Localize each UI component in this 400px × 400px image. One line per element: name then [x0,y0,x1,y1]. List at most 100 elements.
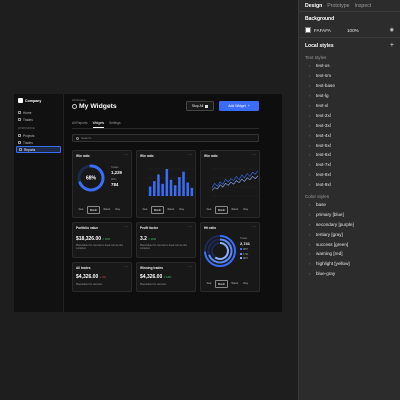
delta-up: ↗ 16% [147,238,157,241]
style-item[interactable]: › text-2xl [299,110,400,120]
sidebar-item-projects[interactable]: Projects [14,132,63,139]
page-title: My Widgets [72,103,117,110]
win-ratio-line-card: Win ratio ··· Year Month Week Day [200,150,260,218]
style-label: text-6xl [316,152,331,158]
style-item[interactable]: › text-4xl [299,130,400,140]
sidebar-item-trades-2[interactable]: Trades [14,139,63,146]
win-ratio-card: Win ratio ··· 68% Trades 1,229 Wins 784 … [72,150,132,218]
style-item[interactable]: › base [299,200,400,210]
projects-icon [18,134,21,137]
period-week[interactable]: Week [165,206,176,214]
style-item[interactable]: › text-xs [299,61,400,71]
style-item[interactable]: › highlight [yellow] [299,259,400,269]
winning-trades-value: $4,326.00↗ 16% [140,274,172,280]
period-day[interactable]: Day [241,280,250,288]
add-style-icon[interactable]: + [390,42,394,49]
bg-opacity[interactable]: 100% [347,28,387,33]
tab-widgets[interactable]: Widgets [92,121,105,128]
background-fill-row[interactable]: FAFAFA 100% ◉ [305,27,394,33]
style-item[interactable]: › text-xl [299,101,400,111]
style-label: text-base [316,83,335,89]
chevron-right-icon: › [309,271,311,277]
tab-prototype[interactable]: Prototype [327,3,349,9]
style-label: secondary [purple] [316,221,354,227]
period-week[interactable]: Week [101,206,112,214]
style-item[interactable]: › text-base [299,81,400,91]
period-month[interactable]: Month [86,206,101,214]
bg-hex[interactable]: FAFAFA [314,28,344,33]
chevron-right-icon: › [309,132,311,138]
tab-design[interactable]: Design [305,3,322,9]
style-item[interactable]: › text-lg [299,91,400,101]
style-item[interactable]: › primary [blue] [299,209,400,219]
period-month[interactable]: Month [214,206,229,214]
tab-settings[interactable]: Settings [109,121,121,128]
search-input[interactable]: Search... [72,134,259,142]
tab-inspect[interactable]: Inspect [355,3,372,9]
card-note: Placeholder for card text. [140,283,167,286]
style-item[interactable]: › text-8xl [299,170,400,180]
chevron-right-icon: › [309,83,311,89]
style-item[interactable]: › success [green] [299,239,400,249]
period-day[interactable]: Day [177,206,186,214]
trades-value: 2,741 [240,241,251,246]
tab-divider [72,128,259,129]
more-icon[interactable]: ··· [124,264,128,269]
bar [153,181,156,196]
color-swatch[interactable] [305,27,311,33]
profit-card: Profit factor ··· 3.2↗ 16% Placeholder f… [136,222,196,258]
bar [182,171,185,196]
style-item[interactable]: › text-6xl [299,150,400,160]
sidebar-item-trades[interactable]: Trades [14,116,63,123]
period-month[interactable]: Month [150,206,165,214]
style-item[interactable]: › secondary [purple] [299,219,400,229]
style-item[interactable]: › text-7xl [299,160,400,170]
style-label: text-2xl [316,112,331,118]
more-icon[interactable]: ··· [252,152,256,157]
company-logo[interactable]: Company [14,94,63,109]
period-selector: Year Month Week Day [140,206,186,214]
more-icon[interactable]: ··· [188,224,192,229]
add-widget-button[interactable]: Add Widget + [219,101,259,111]
wins-value: 784 [111,182,119,187]
period-month[interactable]: Month [214,280,229,288]
chevron-right-icon: › [309,112,311,118]
style-label: success [green] [316,241,349,247]
period-week[interactable]: Week [229,206,240,214]
period-day[interactable]: Day [241,206,250,214]
period-week[interactable]: Week [229,280,240,288]
more-icon[interactable]: ··· [124,152,128,157]
more-icon[interactable]: ··· [124,224,128,229]
period-year[interactable]: Year [204,280,214,288]
chevron-right-icon: › [309,63,311,69]
breadcrumb[interactable]: Workspace [72,98,86,102]
more-icon[interactable]: ··· [188,264,192,269]
style-item[interactable]: › text-sm [299,71,400,81]
style-item[interactable]: › warning [red] [299,249,400,259]
chevron-right-icon: › [309,93,311,99]
sidebar-item-home[interactable]: Home [14,109,63,116]
period-year[interactable]: Year [204,206,214,214]
more-icon[interactable]: ··· [188,152,192,157]
period-year[interactable]: Year [140,206,150,214]
eye-icon[interactable]: ◉ [390,27,394,33]
style-item[interactable]: › text-9xl [299,180,400,190]
reports-icon [19,148,22,151]
style-item[interactable]: › text-5xl [299,140,400,150]
bar [165,169,169,196]
sidebar-item-reports[interactable]: Reports [16,146,61,153]
card-note: Placeholder for card text is lined out i… [76,244,123,251]
bar [173,185,177,196]
style-item[interactable]: › blue-gray [299,269,400,279]
stop-all-button[interactable]: Stop All [186,101,214,111]
style-item[interactable]: › tertiary [gray] [299,229,400,239]
tab-all-reports[interactable]: All Reports [72,121,88,128]
winning-trades-card: Winning trades ··· $4,326.00↗ 16% Placeh… [136,262,196,292]
period-day[interactable]: Day [113,206,122,214]
period-selector: Year Month Week Day [76,206,122,214]
bar [169,179,173,196]
more-icon[interactable]: ··· [252,224,256,229]
sidebar-section-heading: WORKSPACE [18,127,35,130]
period-year[interactable]: Year [76,206,86,214]
style-item[interactable]: › text-3xl [299,120,400,130]
